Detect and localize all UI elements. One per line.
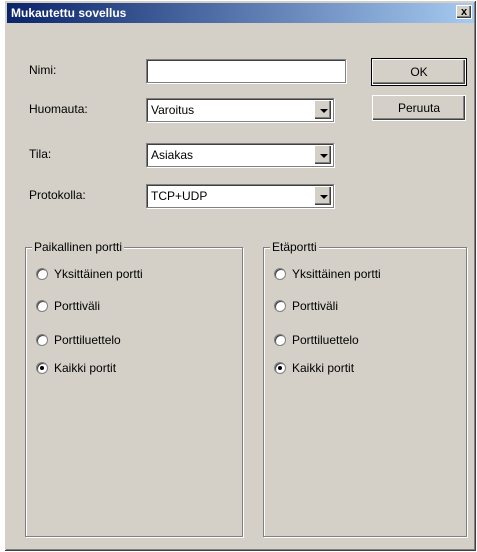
close-button[interactable]: x xyxy=(456,5,472,19)
ok-button[interactable]: OK xyxy=(372,59,466,85)
note-label: Huomauta: xyxy=(29,102,88,116)
chevron-down-icon[interactable] xyxy=(314,145,332,165)
title-bar: Mukautettu sovellus x xyxy=(7,3,474,23)
local-port-title: Paikallinen portti xyxy=(32,240,125,254)
state-select[interactable]: Asiakas xyxy=(146,143,334,167)
chevron-down-icon[interactable] xyxy=(314,100,332,120)
custom-application-dialog: Mukautettu sovellus x Nimi: Huomauta: Va… xyxy=(4,0,477,552)
radio-button[interactable] xyxy=(274,268,286,280)
note-select-value: Varoitus xyxy=(151,103,195,117)
radio-button[interactable] xyxy=(36,334,48,346)
radio-button[interactable] xyxy=(274,334,286,346)
protocol-label: Protokolla: xyxy=(29,188,86,202)
radio-button-checked[interactable] xyxy=(36,362,48,374)
radio-label: Kaikki portit xyxy=(54,361,117,375)
protocol-select-value: TCP+UDP xyxy=(151,189,208,203)
state-select-value: Asiakas xyxy=(151,148,194,162)
radio-label: Porttiluettelo xyxy=(54,333,121,347)
remote-port-group: Etäportti Yksittäinen portti Porttiväli … xyxy=(263,240,467,537)
radio-button[interactable] xyxy=(274,300,286,312)
radio-button[interactable] xyxy=(36,268,48,280)
name-input[interactable] xyxy=(151,61,345,81)
radio-label: Porttiväli xyxy=(54,299,101,313)
state-label: Tila: xyxy=(29,147,52,161)
radio-button-checked[interactable] xyxy=(274,362,286,374)
remote-port-title: Etäportti xyxy=(270,240,319,254)
radio-label: Porttiluettelo xyxy=(292,333,359,347)
radio-label: Yksittäinen portti xyxy=(54,267,143,281)
note-select[interactable]: Varoitus xyxy=(146,98,334,122)
radio-button[interactable] xyxy=(36,300,48,312)
chevron-down-icon[interactable] xyxy=(314,186,332,206)
local-port-group: Paikallinen portti Yksittäinen portti Po… xyxy=(25,240,243,537)
radio-label: Kaikki portit xyxy=(292,361,355,375)
window-title: Mukautettu sovellus xyxy=(11,6,127,20)
radio-label: Porttiväli xyxy=(292,299,339,313)
radio-label: Yksittäinen portti xyxy=(292,267,381,281)
name-field[interactable] xyxy=(146,59,346,83)
name-label: Nimi: xyxy=(29,63,57,77)
cancel-button[interactable]: Peruuta xyxy=(372,95,466,121)
protocol-select[interactable]: TCP+UDP xyxy=(146,184,334,208)
